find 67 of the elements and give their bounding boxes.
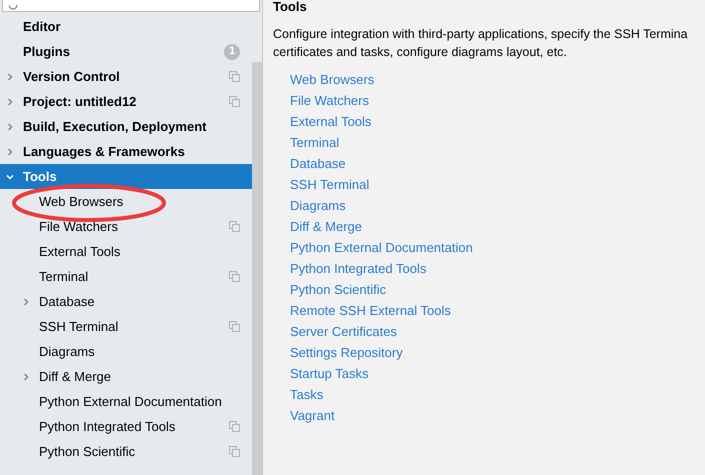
- tree-item-label: External Tools: [39, 242, 120, 261]
- settings-link[interactable]: Database: [290, 153, 346, 174]
- tree-item-label: Diagrams: [39, 342, 95, 361]
- settings-link[interactable]: Python External Documentation: [290, 237, 473, 258]
- tree-item[interactable]: Diagrams: [0, 339, 252, 364]
- settings-link[interactable]: Vagrant: [290, 405, 335, 426]
- chevron-right-icon[interactable]: [6, 72, 14, 80]
- tree-item-label: Terminal: [39, 268, 88, 286]
- chevron-right-icon[interactable]: [6, 98, 14, 106]
- tree-item-label: Tools: [23, 168, 57, 186]
- settings-link[interactable]: Web Browsers: [290, 69, 374, 90]
- chevron-right-icon[interactable]: [6, 122, 14, 130]
- tree-item-label: Project: untitled12: [23, 92, 136, 111]
- tree-item-label: Web Browsers: [39, 192, 124, 211]
- tree-item[interactable]: Database: [0, 289, 252, 314]
- tree-item[interactable]: External Tools: [0, 239, 252, 264]
- tree-item[interactable]: Version Control: [0, 64, 252, 89]
- chevron-right-icon[interactable]: [22, 372, 30, 380]
- tree-item-label: Version Control: [23, 68, 120, 86]
- tree-item-label: Plugins: [23, 42, 70, 61]
- tree-item-label: File Watchers: [39, 218, 118, 236]
- chevron-right-icon[interactable]: [22, 298, 30, 306]
- scrollbar[interactable]: [252, 62, 262, 475]
- description-text: Configure integration with third-party applications, specify the SSH Termina: [273, 26, 688, 43]
- settings-link[interactable]: File Watchers: [290, 90, 369, 111]
- settings-link[interactable]: Server Certificates: [290, 321, 397, 342]
- tree-item[interactable]: Editor: [0, 14, 252, 39]
- tree-item[interactable]: Python Integrated Tools: [0, 414, 252, 439]
- tree-item-label: Python Scientific: [39, 442, 136, 461]
- settings-link[interactable]: Diff & Merge: [290, 216, 362, 237]
- tree-item-label: Build, Execution, Deployment: [23, 118, 206, 136]
- settings-link[interactable]: Python Scientific: [290, 279, 386, 300]
- tree-item-label: SSH Terminal: [39, 318, 118, 336]
- tree-item-label: Python External Documentation: [39, 392, 222, 411]
- chevron-right-icon[interactable]: [6, 148, 14, 156]
- settings-link[interactable]: Python Integrated Tools: [290, 258, 426, 279]
- settings-link[interactable]: SSH Terminal: [290, 174, 370, 195]
- page-title: Tools: [273, 0, 308, 13]
- tree-item[interactable]: File Watchers: [0, 214, 252, 239]
- tree-item-label: Editor: [23, 18, 61, 36]
- tree-item-label: Diff & Merge: [39, 368, 112, 386]
- description-text: certificates and tasks, configure diagrams layout, etc.: [273, 44, 567, 61]
- tree-item[interactable]: Project: untitled12: [0, 89, 252, 114]
- settings-link[interactable]: Tasks: [290, 384, 324, 405]
- settings-link[interactable]: Diagrams: [290, 195, 346, 216]
- tree-item-label: Python Integrated Tools: [39, 418, 176, 436]
- tree-item[interactable]: Tools: [0, 164, 252, 189]
- settings-link[interactable]: Startup Tasks: [290, 363, 369, 384]
- settings-link[interactable]: Remote SSH External Tools: [290, 300, 451, 321]
- settings-link[interactable]: Terminal: [290, 132, 340, 153]
- tree-item-label: Languages & Frameworks: [23, 142, 185, 161]
- settings-link[interactable]: External Tools: [290, 111, 372, 132]
- tree-item[interactable]: Python Scientific: [0, 439, 252, 464]
- settings-link[interactable]: Settings Repository: [290, 342, 403, 363]
- chevron-down-icon[interactable]: [6, 172, 14, 180]
- tree-item[interactable]: Languages & Frameworks: [0, 139, 252, 164]
- tree-item[interactable]: Python External Documentation: [0, 389, 252, 414]
- tree-item[interactable]: Build, Execution, Deployment: [0, 114, 252, 139]
- tree-item[interactable]: SSH Terminal: [0, 314, 252, 339]
- tree-item[interactable]: Plugins 1: [0, 39, 252, 64]
- tree-item[interactable]: Web Browsers: [0, 189, 252, 214]
- tree-item-label: Database: [39, 292, 95, 311]
- tree-item[interactable]: Terminal: [0, 264, 252, 289]
- search-field[interactable]: [2, 0, 260, 12]
- tree-item[interactable]: Diff & Merge: [0, 364, 252, 389]
- search-icon: [9, 5, 19, 11]
- count-badge: 1: [224, 44, 240, 60]
